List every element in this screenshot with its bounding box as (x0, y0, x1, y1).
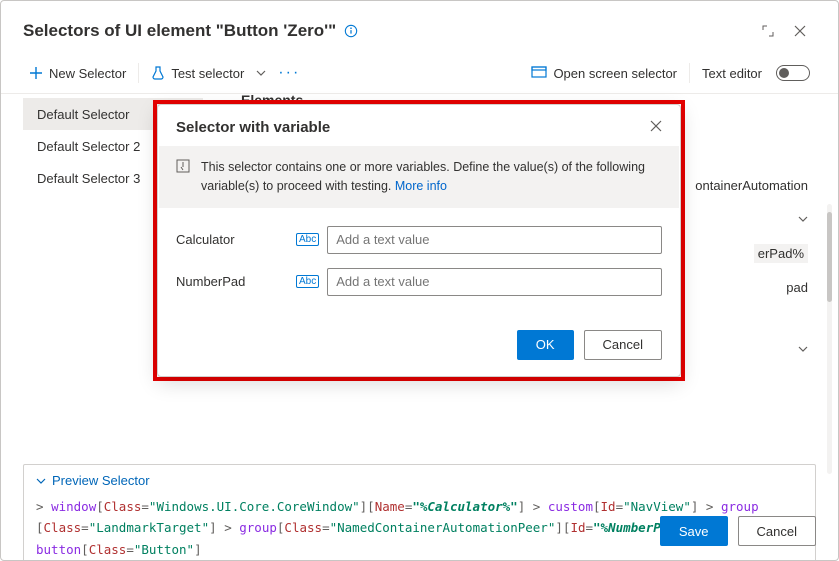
dialog-title: Selectors of UI element "Button 'Zero'" (23, 21, 336, 41)
more-info-link[interactable]: More info (395, 179, 447, 193)
cancel-button[interactable]: Cancel (738, 516, 816, 546)
chevron-down-icon[interactable] (798, 342, 808, 357)
modal-info-banner: This selector contains one or more varia… (159, 146, 679, 208)
variable-field-row: NumberPad Abc (176, 268, 662, 296)
modal-cancel-button[interactable]: Cancel (584, 330, 662, 360)
text-type-icon: Abc (296, 275, 319, 288)
numberpad-input[interactable] (327, 268, 662, 296)
toggle-icon (776, 65, 810, 81)
variable-modal: Selector with variable This selector con… (157, 104, 681, 377)
dialog-shell: Selectors of UI element "Button 'Zero'" … (0, 0, 839, 561)
dialog-footer: Save Cancel (660, 516, 816, 546)
body-area: Elements Default Selector ⋮ Default Sele… (1, 94, 838, 464)
modal-close-icon[interactable] (650, 120, 662, 135)
field-label: Calculator (176, 232, 296, 247)
open-screen-selector-button[interactable]: Open screen selector (525, 62, 683, 85)
variable-icon (175, 158, 191, 196)
save-button[interactable]: Save (660, 516, 728, 546)
close-icon[interactable] (784, 15, 816, 47)
scrollbar[interactable] (827, 204, 832, 474)
titlebar: Selectors of UI element "Button 'Zero'" (1, 1, 838, 53)
calculator-input[interactable] (327, 226, 662, 254)
ok-button[interactable]: OK (517, 330, 574, 360)
highlight-box: Selector with variable This selector con… (153, 100, 685, 381)
text-editor-toggle[interactable]: Text editor (696, 61, 816, 85)
preview-selector-panel: Preview Selector > window[Class="Windows… (23, 464, 816, 561)
chevron-down-icon[interactable] (798, 212, 808, 227)
new-selector-button[interactable]: New Selector (23, 62, 132, 85)
expand-icon[interactable] (752, 15, 784, 47)
more-actions-button[interactable]: ··· (272, 64, 306, 82)
modal-title: Selector with variable (176, 119, 330, 136)
toolbar: New Selector Test selector ··· Open scre… (1, 53, 838, 94)
variable-field-row: Calculator Abc (176, 226, 662, 254)
test-selector-button[interactable]: Test selector (145, 62, 250, 85)
text-type-icon: Abc (296, 233, 319, 246)
elements-peek: ontainerAutomation erPad% pad (695, 168, 808, 366)
test-selector-caret[interactable] (250, 62, 272, 85)
info-icon[interactable] (344, 24, 358, 38)
field-label: NumberPad (176, 274, 296, 289)
preview-toggle[interactable]: Preview Selector (24, 465, 815, 496)
